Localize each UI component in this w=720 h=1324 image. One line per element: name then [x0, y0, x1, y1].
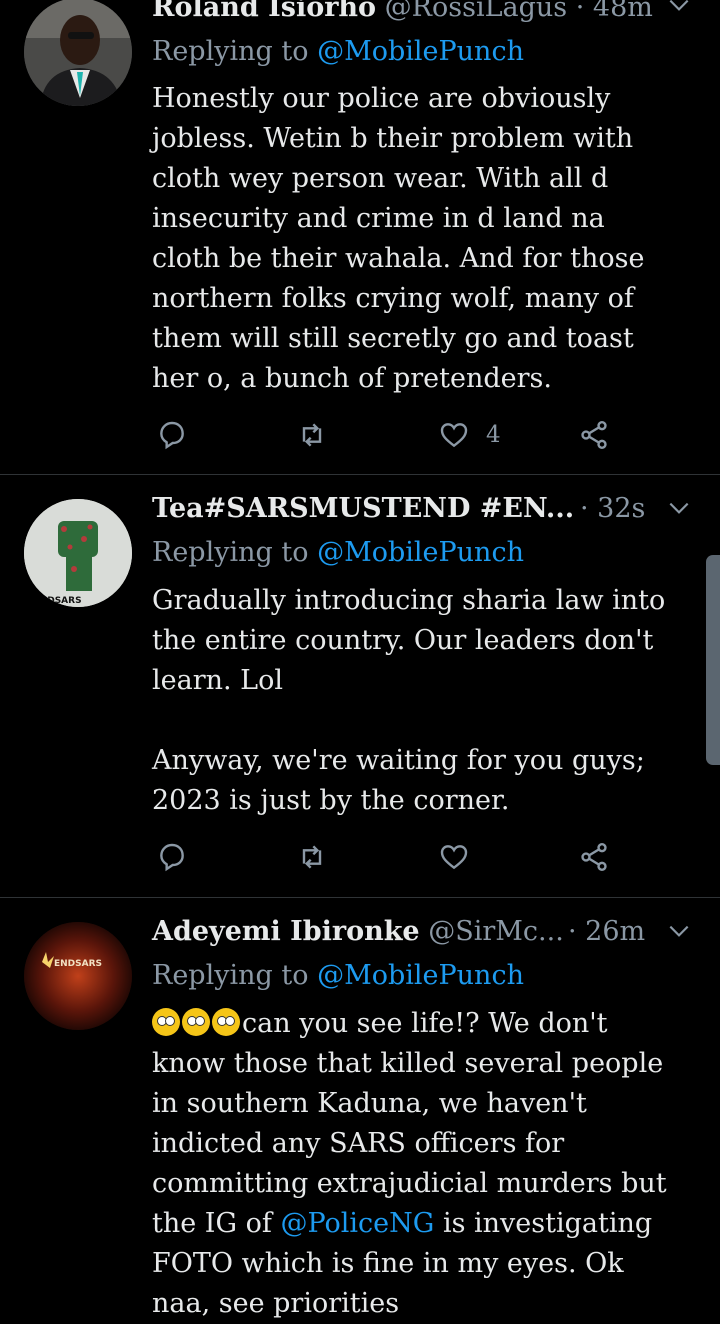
- tweet-header: Adeyemi Ibironke @SirMc... · 26m: [152, 916, 700, 956]
- reply-button[interactable]: [156, 837, 188, 877]
- flushed-face-emoji: [152, 1008, 180, 1036]
- like-count: 4: [486, 422, 501, 448]
- heart-icon: [440, 423, 468, 448]
- author-name[interactable]: Tea#SARSMUSTEND #EN...: [152, 493, 574, 524]
- like-button[interactable]: [438, 837, 470, 877]
- reply-mention-link[interactable]: @MobilePunch: [317, 537, 524, 568]
- tweet-actions: [152, 837, 622, 877]
- retweet-icon: [302, 423, 322, 447]
- reply-mention-link[interactable]: @MobilePunch: [317, 960, 524, 991]
- timestamp[interactable]: · 48m: [576, 0, 653, 23]
- retweet-button[interactable]: [296, 837, 328, 877]
- tweet-text: Honestly our police are obviously jobles…: [152, 83, 645, 394]
- avatar[interactable]: ENDSARS: [24, 922, 132, 1030]
- avatar-protest-image: ENDSARS: [24, 922, 132, 1030]
- avatar-label: #ENDSARS: [26, 596, 82, 606]
- scrollbar-thumb[interactable]: [706, 555, 720, 765]
- replying-to: Replying to @MobilePunch: [152, 36, 524, 67]
- replying-to: Replying to @MobilePunch: [152, 960, 524, 991]
- tweet-text: Gradually introducing sharia law into th…: [152, 585, 666, 816]
- replying-to: Replying to @MobilePunch: [152, 537, 524, 568]
- share-icon: [581, 843, 607, 871]
- tweet-3[interactable]: ENDSARS Adeyemi Ibironke @SirMc... · 26m…: [0, 898, 720, 1320]
- flushed-face-emoji: [212, 1008, 240, 1036]
- tweet-text: can you see life!? We don't know those t…: [152, 1008, 667, 1319]
- reply-button[interactable]: [156, 415, 188, 455]
- tweet-2[interactable]: #ENDSARS Tea#SARSMUSTEND #EN... · 32s Re…: [0, 475, 720, 897]
- author-name[interactable]: Roland Isiorho: [152, 0, 376, 23]
- author-handle[interactable]: @SirMc...: [428, 916, 564, 947]
- tweet-header: Roland Isiorho @RossiLagus · 48m: [152, 0, 700, 32]
- author-handle[interactable]: @RossiLagus: [385, 0, 568, 23]
- reply-icon: [160, 421, 184, 450]
- avatar-fist-image: #ENDSARS: [24, 499, 132, 607]
- retweet-icon: [302, 845, 322, 869]
- timestamp[interactable]: · 26m: [568, 916, 645, 947]
- share-button[interactable]: [578, 837, 610, 877]
- tweet-actions: 4: [152, 415, 622, 455]
- tweet-header: Tea#SARSMUSTEND #EN... · 32s: [152, 493, 700, 533]
- reply-mention-link[interactable]: @MobilePunch: [317, 36, 524, 67]
- police-mention-link[interactable]: @PoliceNG: [280, 1208, 434, 1239]
- avatar[interactable]: #ENDSARS: [24, 499, 132, 607]
- retweet-button[interactable]: [296, 415, 328, 455]
- share-icon: [581, 421, 607, 449]
- like-button[interactable]: 4: [438, 415, 501, 455]
- reply-icon: [160, 843, 184, 872]
- flushed-face-emoji: [182, 1008, 210, 1036]
- author-name[interactable]: Adeyemi Ibironke: [152, 916, 420, 947]
- avatar-photo: [24, 0, 132, 106]
- tweet-1[interactable]: Roland Isiorho @RossiLagus · 48m Replyin…: [0, 0, 720, 474]
- share-button[interactable]: [578, 415, 610, 455]
- avatar[interactable]: [24, 0, 132, 106]
- timestamp[interactable]: · 32s: [580, 493, 645, 524]
- chevron-down-icon[interactable]: [666, 918, 692, 950]
- avatar-label: ENDSARS: [54, 959, 102, 969]
- heart-icon: [440, 845, 468, 870]
- chevron-down-icon[interactable]: [666, 0, 692, 24]
- chevron-down-icon[interactable]: [666, 495, 692, 527]
